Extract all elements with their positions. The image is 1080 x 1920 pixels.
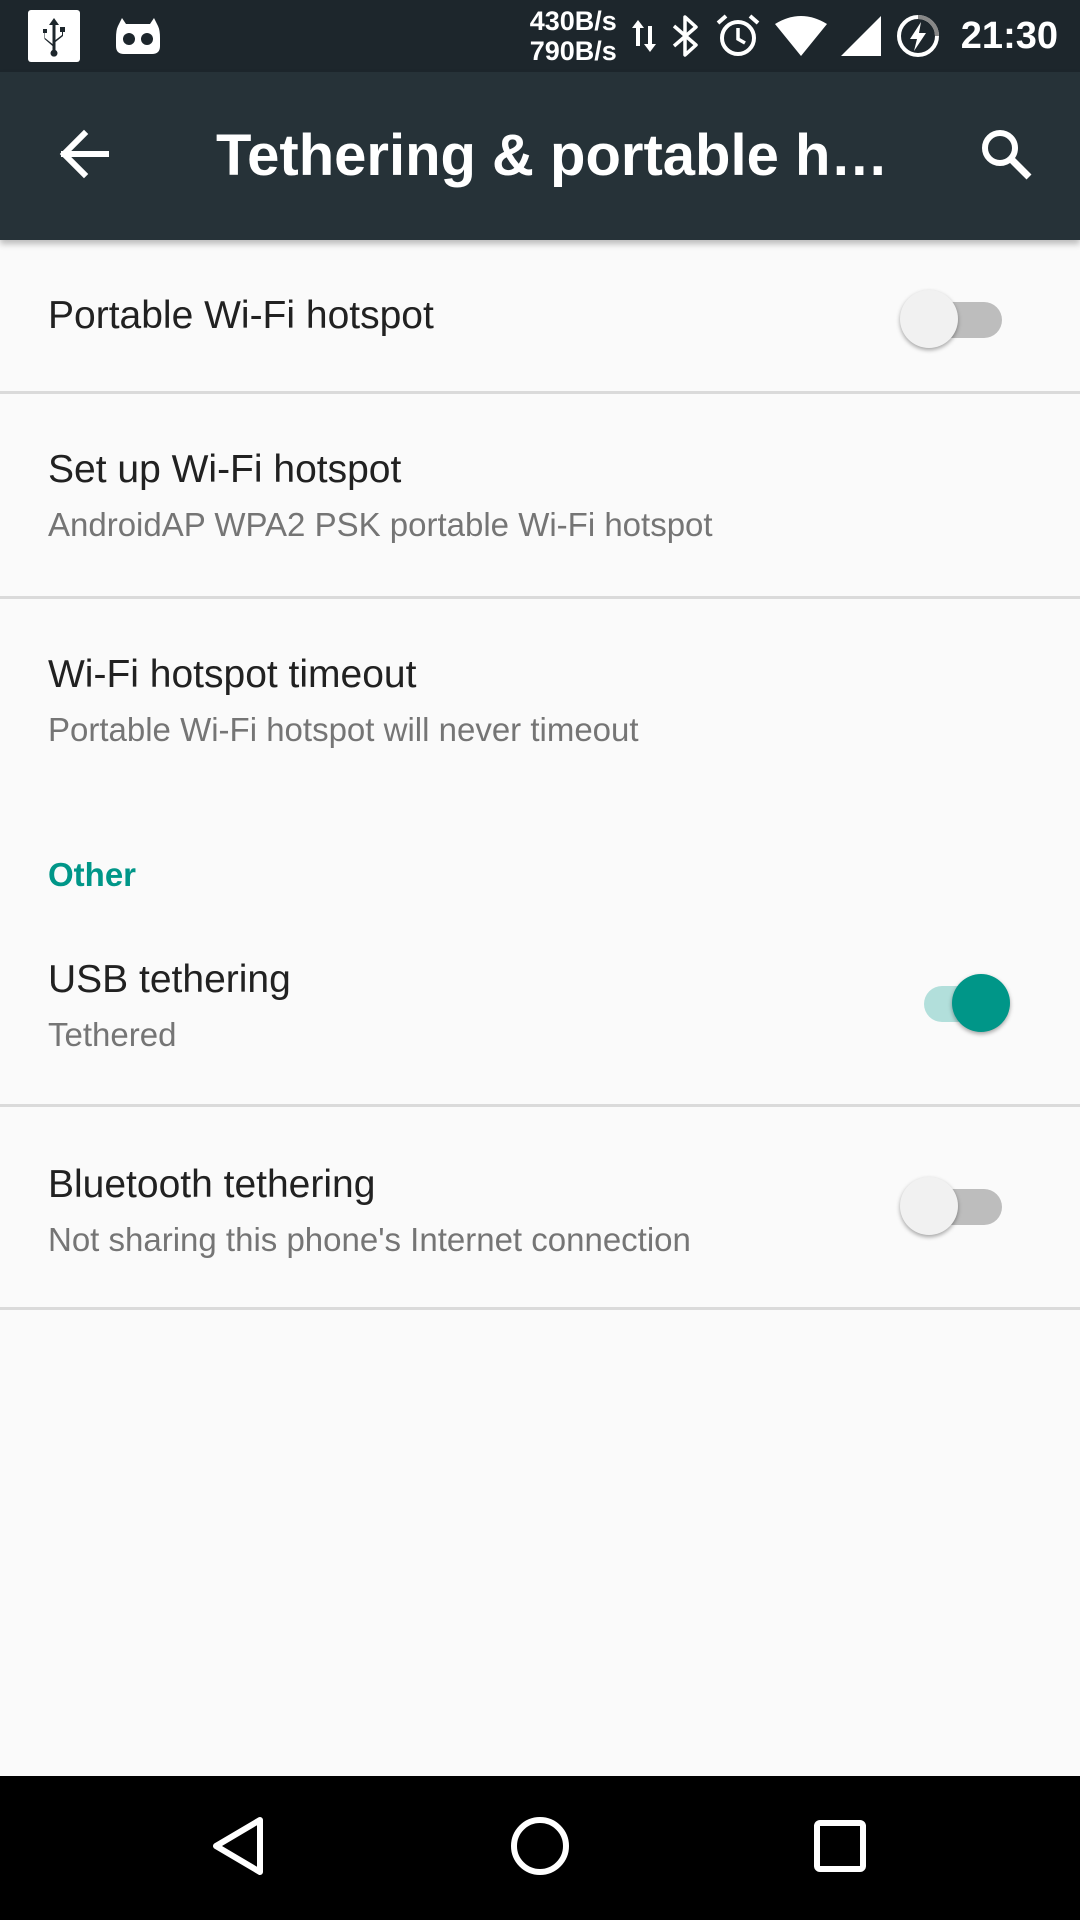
toggle-thumb (900, 290, 958, 348)
divider (0, 1307, 1080, 1310)
setting-summary: AndroidAP WPA2 PSK portable Wi-Fi hotspo… (48, 506, 713, 543)
wifi-hotspot-toggle[interactable] (900, 286, 1004, 348)
recents-square-icon (813, 1819, 867, 1878)
usb-tethering-toggle[interactable] (906, 970, 1010, 1032)
status-bar-right: 430B/s 790B/s 21:30 (530, 0, 1058, 72)
setting-title: Bluetooth tethering (48, 1163, 376, 1206)
home-circle-icon (509, 1815, 571, 1882)
cell-signal-icon (840, 16, 881, 56)
cyanogen-icon (114, 16, 162, 56)
usb-icon (28, 10, 80, 62)
arrow-back-icon (58, 128, 110, 185)
battery-charging-icon (895, 13, 941, 59)
category-header-other: Other (48, 856, 137, 893)
upload-speed: 790B/s (529, 36, 617, 66)
bluetooth-tethering-toggle[interactable] (900, 1173, 1004, 1235)
setting-usb-tethering[interactable]: USB tethering Tethered (0, 900, 1080, 1104)
nav-back-button[interactable] (180, 1800, 300, 1896)
search-icon (978, 126, 1034, 187)
clock: 21:30 (960, 14, 1058, 57)
setting-title: USB tethering (48, 958, 291, 1001)
toggle-thumb (952, 974, 1010, 1032)
setting-setup-wifi-hotspot[interactable]: Set up Wi-Fi hotspot AndroidAP WPA2 PSK … (0, 394, 1080, 596)
nav-home-button[interactable] (480, 1800, 600, 1896)
app-bar: Tethering & portable hot… (0, 72, 1080, 240)
setting-summary: Not sharing this phone's Internet connec… (48, 1221, 691, 1258)
wifi-icon (774, 16, 827, 56)
setting-title: Wi-Fi hotspot timeout (48, 653, 417, 696)
search-button[interactable] (966, 116, 1046, 196)
toggle-thumb (900, 1177, 958, 1235)
back-triangle-icon (210, 1815, 270, 1882)
setting-summary: Portable Wi-Fi hotspot will never timeou… (48, 711, 639, 748)
setting-title: Set up Wi-Fi hotspot (48, 448, 402, 491)
setting-portable-wifi-hotspot[interactable]: Portable Wi-Fi hotspot (0, 240, 1080, 390)
nav-recents-button[interactable] (780, 1800, 900, 1896)
setting-bluetooth-tethering[interactable]: Bluetooth tethering Not sharing this pho… (0, 1107, 1080, 1307)
network-speed: 430B/s 790B/s (530, 6, 617, 66)
setting-title: Portable Wi-Fi hotspot (48, 294, 434, 337)
data-arrows-icon (631, 18, 657, 54)
setting-summary: Tethered (48, 1016, 177, 1053)
setting-wifi-hotspot-timeout[interactable]: Wi-Fi hotspot timeout Portable Wi-Fi hot… (0, 599, 1080, 799)
bluetooth-icon (671, 14, 701, 58)
navigation-bar (0, 1776, 1080, 1920)
alarm-icon (715, 13, 761, 59)
page-title: Tethering & portable hot… (216, 123, 906, 188)
back-button[interactable] (44, 116, 124, 196)
status-bar-left (28, 10, 162, 62)
download-speed: 430B/s (529, 6, 617, 36)
status-bar: 430B/s 790B/s 21:30 (0, 0, 1080, 72)
